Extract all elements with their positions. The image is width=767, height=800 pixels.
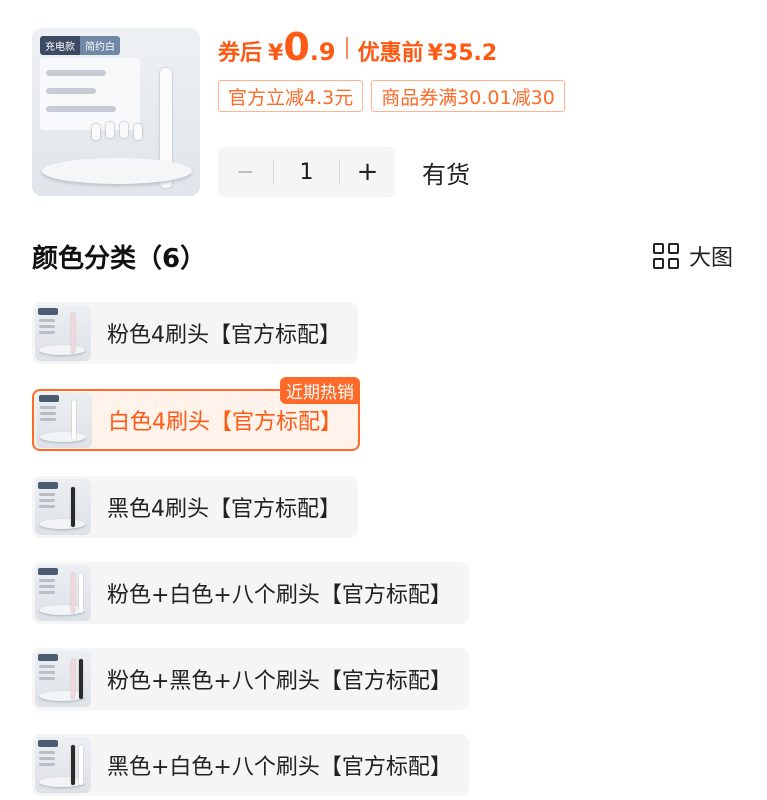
variant-thumbnail — [35, 479, 91, 535]
stock-status: 有货 — [422, 161, 470, 189]
variant-brush-illustration — [71, 745, 75, 785]
variant-brush-illustration — [79, 573, 83, 613]
variant-thumbnail — [35, 305, 91, 361]
variant-label: 白色4刷头【官方标配】 — [108, 410, 342, 435]
image-tag-charging: 充电款 — [40, 36, 80, 55]
variant-brush-illustration — [71, 659, 75, 699]
variant-label: 粉色4刷头【官方标配】 — [107, 323, 341, 348]
quantity-stepper: − 1 + — [218, 147, 395, 197]
currency-symbol: ¥ — [268, 41, 284, 66]
price-label: 券后 — [218, 41, 263, 66]
coupon-list: 官方立减4.3元 商品券满30.01减30 — [218, 80, 565, 112]
charging-base-illustration — [42, 158, 192, 184]
image-tag-row: 充电款 简约白 — [40, 36, 120, 55]
image-tag-color: 简约白 — [80, 36, 120, 55]
increase-quantity-button[interactable]: + — [340, 157, 395, 187]
variant-option[interactable]: 黑色+白色+八个刷头【官方标配】 — [32, 734, 469, 796]
price-decimal: .9 — [309, 38, 336, 66]
hot-sale-badge: 近期热销 — [280, 377, 360, 404]
variant-label: 黑色+白色+八个刷头【官方标配】 — [107, 755, 452, 780]
variant-thumbnail — [35, 565, 91, 621]
variant-option[interactable]: 粉色+白色+八个刷头【官方标配】 — [32, 562, 469, 624]
image-info-card — [40, 58, 140, 130]
variant-label: 粉色+黑色+八个刷头【官方标配】 — [107, 669, 452, 694]
variant-brush-illustration — [71, 487, 75, 527]
quantity-value[interactable]: 1 — [274, 160, 339, 185]
coupon-store-voucher[interactable]: 商品券满30.01减30 — [371, 80, 565, 112]
variant-option[interactable]: 黑色4刷头【官方标配】 — [32, 476, 358, 538]
variant-thumbnail — [36, 392, 92, 448]
grid-icon — [652, 243, 679, 269]
variant-brush-illustration — [72, 400, 76, 440]
big-view-toggle[interactable]: 大图 — [652, 240, 733, 272]
product-main-image[interactable]: 充电款 简约白 — [32, 28, 200, 196]
price-integer: 0 — [283, 25, 310, 69]
variant-brush-illustration — [79, 659, 83, 699]
original-price: ¥35.2 — [427, 41, 498, 66]
variant-brush-illustration — [79, 745, 83, 785]
variant-label: 粉色+白色+八个刷头【官方标配】 — [107, 583, 452, 608]
variant-thumbnail — [35, 651, 91, 707]
variant-brush-illustration — [71, 313, 75, 353]
original-price-label: 优惠前 — [357, 41, 424, 66]
variant-option[interactable]: 白色4刷头【官方标配】 近期热销 — [32, 377, 360, 451]
decrease-quantity-button[interactable]: − — [218, 160, 273, 185]
price-line: 券后 ¥ 0 .9 优惠前 ¥35.2 — [218, 28, 497, 68]
price-divider — [345, 37, 348, 59]
variant-option[interactable]: 粉色4刷头【官方标配】 — [32, 302, 358, 364]
variant-brush-illustration — [71, 573, 75, 613]
variant-label: 黑色4刷头【官方标配】 — [107, 497, 341, 522]
coupon-official-discount[interactable]: 官方立减4.3元 — [218, 80, 364, 112]
big-view-label: 大图 — [688, 246, 733, 271]
variant-option[interactable]: 粉色+黑色+八个刷头【官方标配】 — [32, 648, 469, 710]
color-category-title: 颜色分类（6） — [32, 244, 207, 274]
variant-thumbnail — [35, 737, 91, 793]
